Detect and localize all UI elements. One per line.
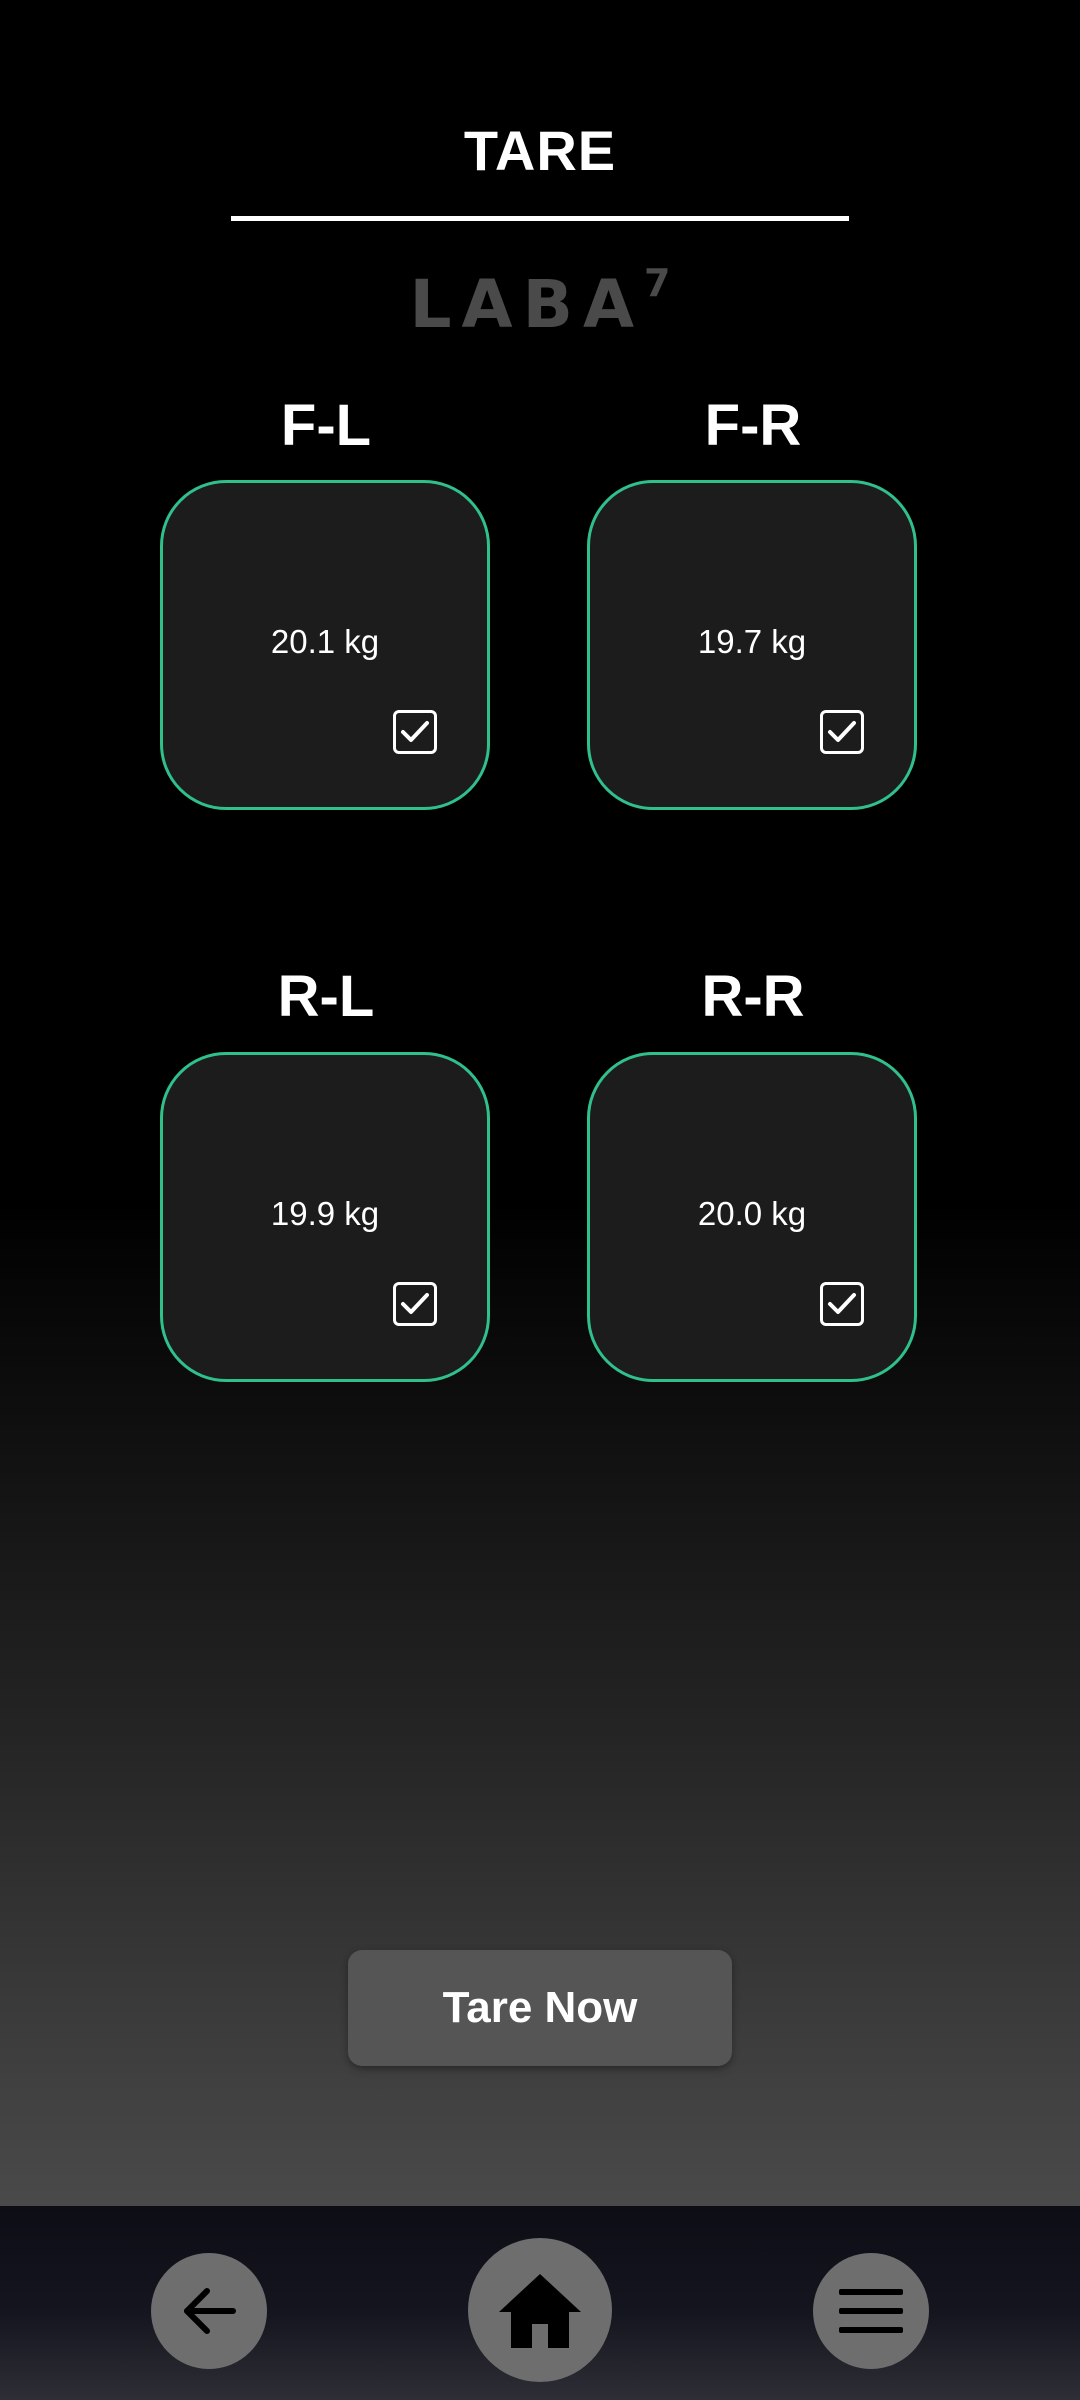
arrow-left-icon bbox=[184, 2288, 236, 2334]
sensor-card-front-left[interactable]: 20.1 kg bbox=[160, 480, 490, 810]
checkmark-icon bbox=[828, 1293, 856, 1314]
home-icon bbox=[499, 2274, 581, 2348]
sensor-checkbox-front-left[interactable] bbox=[393, 710, 437, 754]
sensor-checkbox-rear-left[interactable] bbox=[393, 1282, 437, 1326]
sensor-value-rear-right: 20.0 kg bbox=[697, 1195, 807, 1232]
sensor-label-front-right: F-R bbox=[704, 393, 802, 458]
sensor-card-front-right[interactable]: 19.7 kg bbox=[587, 480, 917, 810]
page-title: TARE bbox=[463, 119, 617, 182]
checkmark-icon bbox=[828, 721, 856, 742]
sensor-value-front-left: 20.1 kg bbox=[270, 623, 380, 660]
sensor-value-front-right: 19.7 kg bbox=[697, 623, 807, 660]
tare-now-button[interactable]: Tare Now bbox=[348, 1950, 732, 2066]
sensor-label-rear-left: R-L bbox=[277, 964, 375, 1029]
checkmark-icon bbox=[401, 721, 429, 742]
checkmark-icon bbox=[401, 1293, 429, 1314]
sensor-checkbox-rear-right[interactable] bbox=[820, 1282, 864, 1326]
brand-logo: LABA7 bbox=[0, 261, 1080, 343]
sensor-checkbox-front-right[interactable] bbox=[820, 710, 864, 754]
back-button[interactable] bbox=[151, 2253, 267, 2369]
title-underline bbox=[231, 216, 849, 221]
sensor-card-rear-left[interactable]: 19.9 kg bbox=[160, 1052, 490, 1382]
sensor-card-rear-right[interactable]: 20.0 kg bbox=[587, 1052, 917, 1382]
hamburger-menu-icon bbox=[839, 2289, 903, 2333]
logo-text: LABA bbox=[409, 266, 645, 343]
sensor-label-rear-right: R-R bbox=[701, 964, 805, 1029]
menu-button[interactable] bbox=[813, 2253, 929, 2369]
logo-superscript: 7 bbox=[644, 261, 671, 305]
sensor-label-front-left: F-L bbox=[280, 393, 372, 458]
sensor-value-rear-left: 19.9 kg bbox=[270, 1195, 380, 1232]
home-button[interactable] bbox=[468, 2238, 612, 2382]
